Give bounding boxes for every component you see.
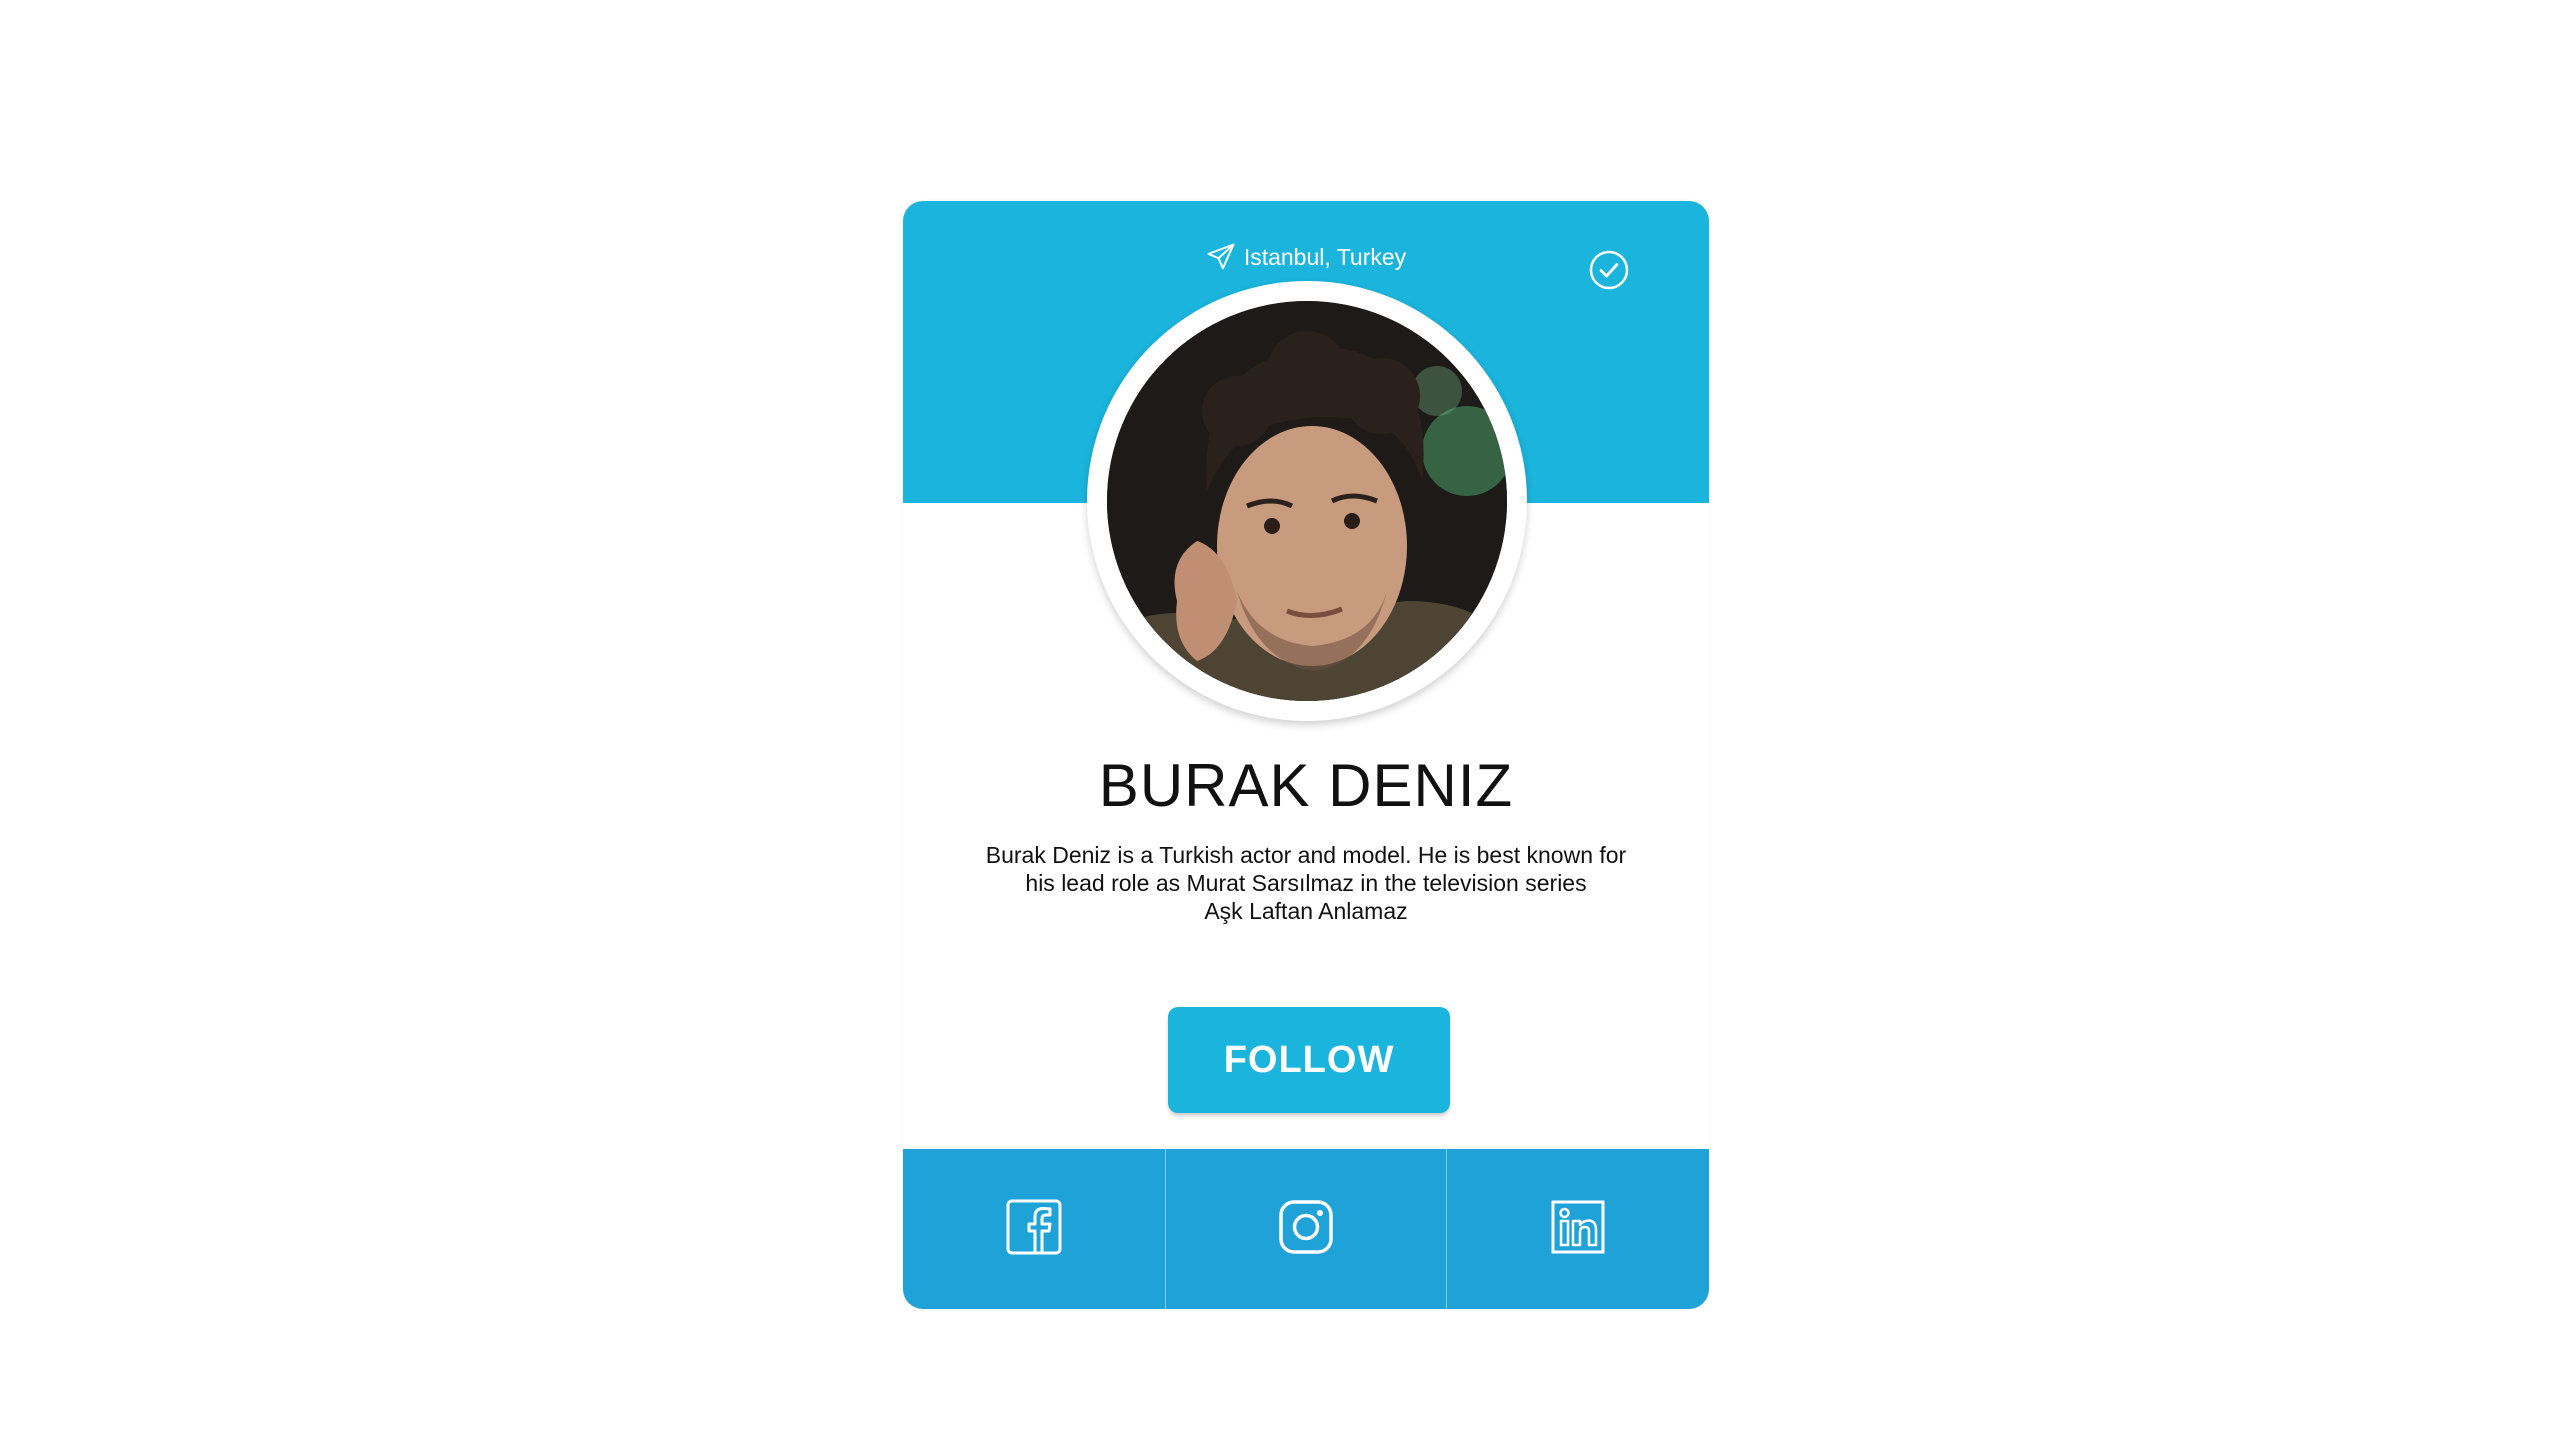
social-links-bar bbox=[903, 1149, 1709, 1309]
avatar bbox=[1107, 301, 1507, 701]
facebook-link[interactable] bbox=[903, 1149, 1166, 1309]
bio-line: his lead role as Murat Sarsılmaz in the … bbox=[1025, 870, 1587, 896]
facebook-icon bbox=[1006, 1199, 1062, 1260]
instagram-link[interactable] bbox=[1166, 1149, 1448, 1309]
follow-button[interactable]: FOLLOW bbox=[1168, 1007, 1450, 1113]
linkedin-icon bbox=[1551, 1200, 1605, 1259]
linkedin-link[interactable] bbox=[1447, 1149, 1709, 1309]
location-text: Istanbul, Turkey bbox=[1243, 243, 1407, 270]
profile-name: BURAK DENIZ bbox=[1098, 752, 1514, 819]
send-icon bbox=[1206, 242, 1236, 272]
profile-card: Istanbul, Turkey BURAK DENIZ Burak Deniz… bbox=[903, 201, 1709, 1309]
avatar-frame bbox=[1087, 281, 1527, 721]
bio-line: Aşk Laftan Anlamaz bbox=[1204, 898, 1408, 924]
profile-bio: Burak Deniz is a Turkish actor and model… bbox=[963, 841, 1649, 925]
instagram-icon bbox=[1278, 1199, 1334, 1260]
bio-line: Burak Deniz is a Turkish actor and model… bbox=[985, 842, 1627, 868]
check-circle-icon bbox=[1588, 249, 1630, 291]
